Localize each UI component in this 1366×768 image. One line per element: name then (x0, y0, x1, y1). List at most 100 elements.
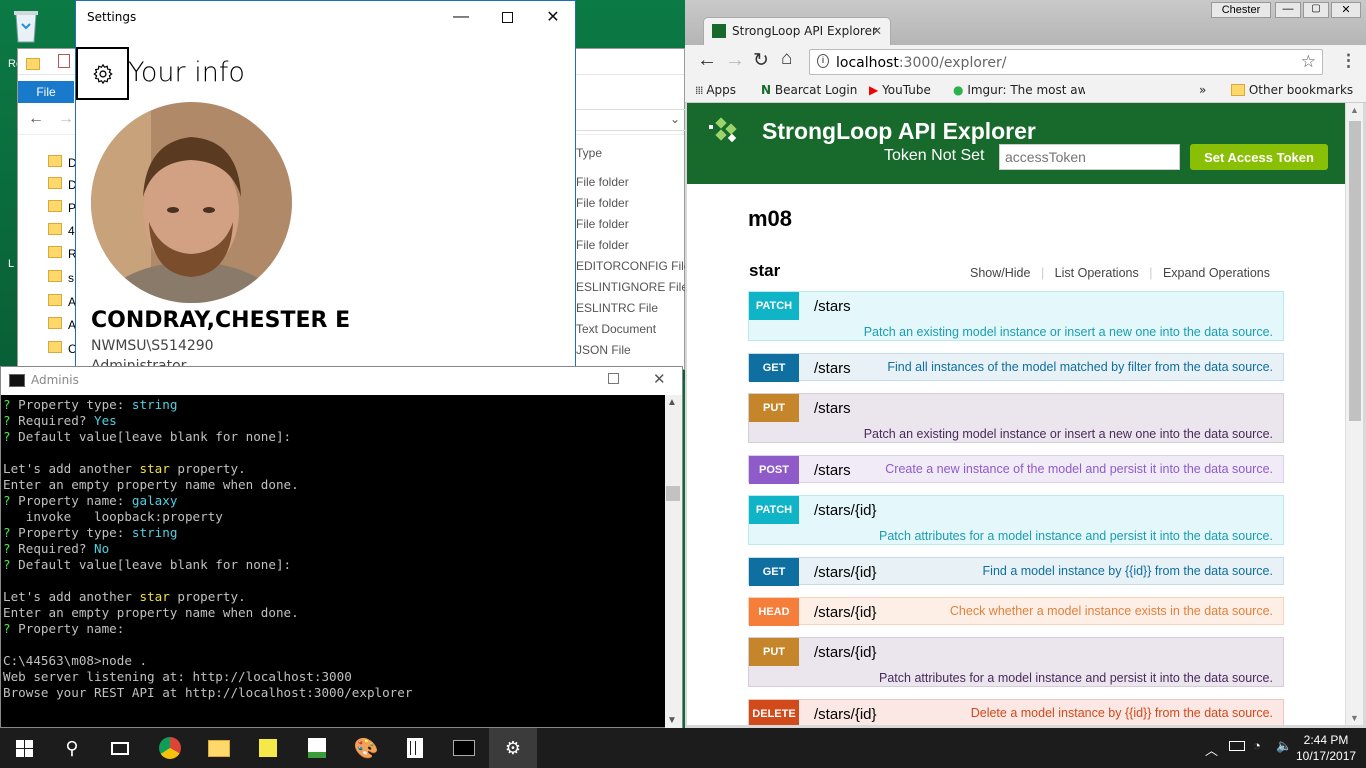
forward-arrow-icon[interactable]: → (58, 110, 74, 128)
http-method-badge[interactable]: DELETE (749, 700, 799, 725)
set-access-token-button[interactable]: Set Access Token (1190, 144, 1328, 170)
operation-description[interactable]: Patch an existing model instance or inse… (864, 325, 1273, 339)
operation-description[interactable]: Create a new instance of the model and p… (885, 462, 1273, 476)
resource-heading[interactable]: star (749, 261, 780, 281)
operation-path[interactable]: /stars/{id} (814, 706, 877, 723)
http-method-badge[interactable]: PUT (749, 394, 799, 422)
file-type-cell[interactable]: File folder (576, 217, 629, 231)
http-method-badge[interactable]: PUT (749, 638, 799, 666)
reload-icon[interactable]: ↻ (753, 49, 769, 72)
maximize-button[interactable] (484, 1, 530, 33)
scroll-down-icon[interactable]: ▼ (667, 715, 677, 726)
http-method-badge[interactable]: GET (749, 354, 799, 382)
operation-patch[interactable]: PATCH/stars Patch an existing model insta… (748, 291, 1284, 341)
operation-post[interactable]: POST/stars Create a new instance of the m… (748, 455, 1284, 484)
star-bookmark-icon[interactable]: ☆ (1301, 52, 1316, 72)
file-type-cell[interactable]: ESLINTRC File (576, 301, 658, 315)
operation-put[interactable]: PUT/stars/{id} Patch attributes for a mod… (748, 637, 1284, 687)
operation-path[interactable]: /stars (814, 298, 851, 315)
task-view-icon[interactable] (96, 728, 144, 768)
calculator-icon[interactable] (391, 728, 439, 768)
info-icon[interactable]: i (817, 54, 829, 68)
close-button[interactable]: ✕ (1331, 2, 1361, 18)
file-type-cell[interactable]: EDITORCONFIG File (576, 259, 690, 273)
file-type-cell[interactable]: File folder (576, 175, 629, 189)
folder-icon[interactable] (26, 54, 40, 73)
list-operations-link[interactable]: List Operations (1055, 266, 1139, 280)
file-type-cell[interactable]: JSON File (576, 343, 631, 357)
operation-path[interactable]: /stars/{id} (814, 502, 877, 519)
address-bar[interactable]: ⌄ (574, 109, 689, 131)
bookmark-bearcat[interactable]: N Bearcat Login (761, 83, 857, 97)
console-output[interactable]: ? Property type: string? Required? Yes? … (3, 397, 663, 701)
operation-path[interactable]: /stars (814, 462, 851, 479)
operation-path[interactable]: /stars/{id} (814, 564, 877, 581)
access-token-input[interactable] (999, 144, 1180, 170)
scroll-down-icon[interactable]: ▼ (1350, 713, 1359, 723)
volume-icon[interactable]: 🔈 (1276, 738, 1292, 754)
operation-path[interactable]: /stars (814, 360, 851, 377)
properties-icon[interactable] (58, 54, 70, 68)
close-button[interactable]: ✕ (653, 370, 666, 388)
file-type-cell[interactable]: File folder (576, 196, 629, 210)
file-explorer-icon[interactable] (195, 728, 243, 768)
operation-patch[interactable]: PATCH/stars/{id} Patch attributes for a m… (748, 495, 1284, 545)
operation-description[interactable]: Check whether a model instance exists in… (950, 604, 1273, 618)
home-icon[interactable]: ⌂ (781, 48, 792, 70)
operation-head[interactable]: HEAD/stars/{id} Check whether a model ins… (748, 597, 1284, 626)
wifi-icon[interactable]: ◔ (1253, 738, 1261, 753)
page-scrollbar[interactable]: ▲ ▼ (1345, 103, 1363, 725)
operation-description[interactable]: Patch attributes for a model instance an… (879, 671, 1273, 685)
operation-get[interactable]: GET/stars/{id} Find a model instance by {… (748, 557, 1284, 586)
menu-icon[interactable]: ⋮ (1340, 51, 1357, 71)
operation-description[interactable]: Find all instances of the model matched … (887, 360, 1273, 374)
show-hide-link[interactable]: Show/Hide (970, 266, 1030, 280)
http-method-badge[interactable]: PATCH (749, 292, 799, 320)
start-button[interactable] (0, 728, 48, 768)
operation-delete[interactable]: DELETE/stars/{id} Delete a model instance… (748, 699, 1284, 725)
file-type-cell[interactable]: ESLINTIGNORE File (576, 280, 688, 294)
other-bookmarks[interactable]: Other bookmarks (1231, 83, 1353, 97)
expand-operations-link[interactable]: Expand Operations (1163, 266, 1270, 280)
operation-description[interactable]: Find a model instance by {{id}} from the… (983, 564, 1273, 578)
http-method-badge[interactable]: POST (749, 456, 799, 484)
scroll-up-icon[interactable]: ▲ (667, 397, 677, 408)
operation-description[interactable]: Patch attributes for a model instance an… (879, 529, 1273, 543)
scroll-thumb[interactable] (666, 486, 680, 501)
chrome-icon[interactable] (146, 728, 194, 768)
operation-path[interactable]: /stars/{id} (814, 644, 877, 661)
file-tab[interactable]: File (18, 81, 74, 103)
command-prompt-icon[interactable] (440, 728, 488, 768)
file-type-cell[interactable]: File folder (576, 238, 629, 252)
operation-description[interactable]: Delete a model instance by {{id}} from t… (971, 706, 1273, 720)
type-column-header[interactable]: Type (576, 146, 602, 160)
recycle-bin-icon[interactable] (8, 6, 44, 49)
http-method-badge[interactable]: GET (749, 558, 799, 586)
paint-icon[interactable]: 🎨 (342, 728, 390, 768)
scrollbar[interactable]: ▲ ▼ (665, 395, 682, 728)
settings-gear-icon[interactable]: ⚙ (489, 728, 537, 768)
bookmark-apps[interactable]: ⁞⁞⁞ Apps (695, 83, 736, 97)
bookmark-imgur[interactable]: ● Imgur: The most awe (953, 83, 1085, 97)
operation-put[interactable]: PUT/stars Patch an existing model instanc… (748, 393, 1284, 443)
sticky-notes-icon[interactable] (244, 728, 292, 768)
chevron-down-icon[interactable]: ⌄ (670, 112, 680, 126)
operation-description[interactable]: Patch an existing model instance or inse… (864, 427, 1273, 441)
maximize-button[interactable] (608, 373, 619, 384)
scroll-thumb[interactable] (1349, 121, 1361, 421)
back-arrow-icon[interactable]: ← (697, 49, 717, 72)
minimize-button[interactable]: — (438, 1, 484, 33)
forward-arrow-icon[interactable]: → (725, 49, 745, 72)
http-method-badge[interactable]: HEAD (749, 598, 799, 626)
operation-get[interactable]: GET/stars Find all instances of the model… (748, 353, 1284, 382)
tab-close-icon[interactable]: ✕ (872, 24, 882, 38)
more-bookmarks-button[interactable]: » (1199, 83, 1206, 97)
bookmark-youtube[interactable]: ▶ YouTube (869, 83, 931, 97)
clock[interactable]: 2:44 PM 10/17/2017 (1296, 732, 1356, 764)
browser-tab[interactable]: StrongLoop API Explorer ✕ (703, 17, 891, 45)
file-type-cell[interactable]: Text Document (576, 322, 656, 336)
back-arrow-icon[interactable]: ← (28, 110, 44, 128)
profile-button[interactable]: Chester (1211, 2, 1271, 18)
operation-path[interactable]: /stars/{id} (814, 604, 877, 621)
scroll-up-icon[interactable]: ▲ (1350, 105, 1359, 115)
